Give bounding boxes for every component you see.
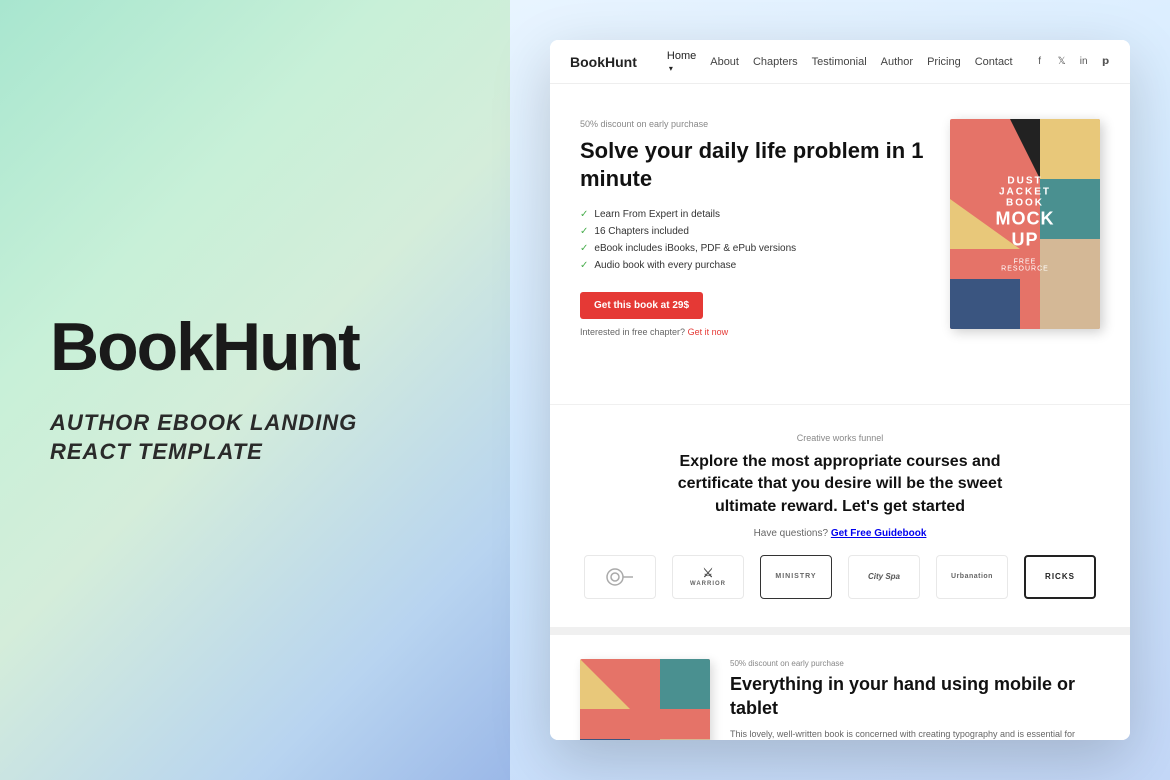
feature-item-1: ✓ Learn From Expert in details	[580, 206, 930, 223]
feature-item-4: ✓ Audio book with every purchase	[580, 257, 930, 274]
check-icon-1: ✓	[580, 209, 588, 220]
feature-item-2: ✓ 16 Chapters included	[580, 223, 930, 240]
free-chapter: Interested in free chapter? Get it now	[580, 327, 930, 337]
bb-shape-beige	[660, 739, 710, 740]
nav-item-contact[interactable]: Contact	[975, 56, 1013, 68]
book-cover: DUST JACKET BOOK MOCK UP FREERESOURCE	[950, 119, 1100, 329]
hero-title: Solve your daily life problem in 1 minut…	[580, 137, 930, 192]
nav-item-about[interactable]: About	[710, 56, 739, 68]
nav-item-home[interactable]: Home ▾	[667, 50, 696, 74]
questions-text: Have questions? Get Free Guidebook	[580, 528, 1100, 539]
brand-subtitle: AUTHOR EBOOK LANDINGREACT TEMPLATE	[50, 409, 460, 466]
right-panel: BookHunt Home ▾ About Chapters Testimoni…	[510, 0, 1170, 780]
logo-urbanation: Urbanation	[936, 555, 1008, 599]
check-icon-2: ✓	[580, 226, 588, 237]
hero-section: 50% discount on early purchase Solve you…	[550, 84, 1130, 404]
twitter-icon[interactable]: 𝕏	[1055, 55, 1069, 69]
page-content: 50% discount on early purchase Solve you…	[550, 84, 1130, 740]
bb-shape-navy	[580, 739, 630, 740]
pinterest-icon[interactable]: 𝗽	[1099, 55, 1113, 69]
logo-warrior: ⚔ WARRIOR	[672, 555, 744, 599]
linkedin-icon[interactable]: in	[1077, 55, 1091, 69]
left-panel: BookHunt AUTHOR EBOOK LANDINGREACT TEMPL…	[0, 0, 510, 780]
book-shape-navy	[950, 279, 1020, 329]
book-shape-yellow	[1040, 119, 1100, 179]
bottom-book-background: DUST JACKET BOOK	[580, 659, 710, 740]
check-icon-4: ✓	[580, 260, 588, 271]
logos-row: ⚔ WARRIOR MINISTRY City Spa Urbanation R…	[580, 555, 1100, 599]
nav-social: f 𝕏 in 𝗽	[1033, 55, 1113, 69]
book-label: DUST JACKET BOOK MOCK UP FREERESOURCE	[996, 176, 1055, 273]
bb-shape-teal	[660, 659, 710, 709]
logo-soundwave	[584, 555, 656, 599]
hero-text: 50% discount on early purchase Solve you…	[580, 114, 930, 374]
brand-title: BookHunt	[50, 313, 460, 381]
browser-window: BookHunt Home ▾ About Chapters Testimoni…	[550, 40, 1130, 740]
discount-badge: 50% discount on early purchase	[580, 119, 930, 129]
feature-item-3: ✓ eBook includes iBooks, PDF & ePub vers…	[580, 240, 930, 257]
cta-button[interactable]: Get this book at 29$	[580, 292, 703, 319]
courses-title: Explore the most appropriate courses and…	[670, 451, 1010, 518]
logo-ministry: MINISTRY	[760, 555, 832, 599]
bottom-badge: 50% discount on early purchase	[730, 659, 1100, 668]
courses-section: Creative works funnel Explore the most a…	[550, 404, 1130, 627]
bb-shape-yellow-tri	[580, 659, 630, 709]
nav-items: Home ▾ About Chapters Testimonial Author…	[667, 50, 1013, 74]
bottom-description: This lovely, well-written book is concer…	[730, 728, 1100, 740]
book-background: DUST JACKET BOOK MOCK UP FREERESOURCE	[950, 119, 1100, 329]
guidebook-link[interactable]: Get Free Guidebook	[831, 528, 927, 539]
facebook-icon[interactable]: f	[1033, 55, 1047, 69]
nav-item-author[interactable]: Author	[881, 56, 913, 68]
bottom-text: 50% discount on early purchase Everythin…	[730, 659, 1100, 740]
nav-item-testimonial[interactable]: Testimonial	[812, 56, 867, 68]
logo-ricks: RICKS	[1024, 555, 1096, 599]
nav-logo: BookHunt	[570, 54, 637, 70]
courses-badge: Creative works funnel	[580, 433, 1100, 443]
book-shape-black-tri	[1010, 119, 1040, 179]
nav-item-chapters[interactable]: Chapters	[753, 56, 798, 68]
check-icon-3: ✓	[580, 243, 588, 254]
bottom-section: DUST JACKET BOOK 50% discount on early p…	[550, 627, 1130, 740]
nav-item-pricing[interactable]: Pricing	[927, 56, 961, 68]
bottom-title: Everything in your hand using mobile or …	[730, 673, 1100, 720]
navbar: BookHunt Home ▾ About Chapters Testimoni…	[550, 40, 1130, 84]
feature-list: ✓ Learn From Expert in details ✓ 16 Chap…	[580, 206, 930, 274]
free-chapter-link[interactable]: Get it now	[688, 327, 729, 337]
logo-cityspa: City Spa	[848, 555, 920, 599]
bottom-book-cover: DUST JACKET BOOK	[580, 659, 710, 740]
bottom-book-label: DUST JACKET BOOK	[627, 739, 663, 740]
